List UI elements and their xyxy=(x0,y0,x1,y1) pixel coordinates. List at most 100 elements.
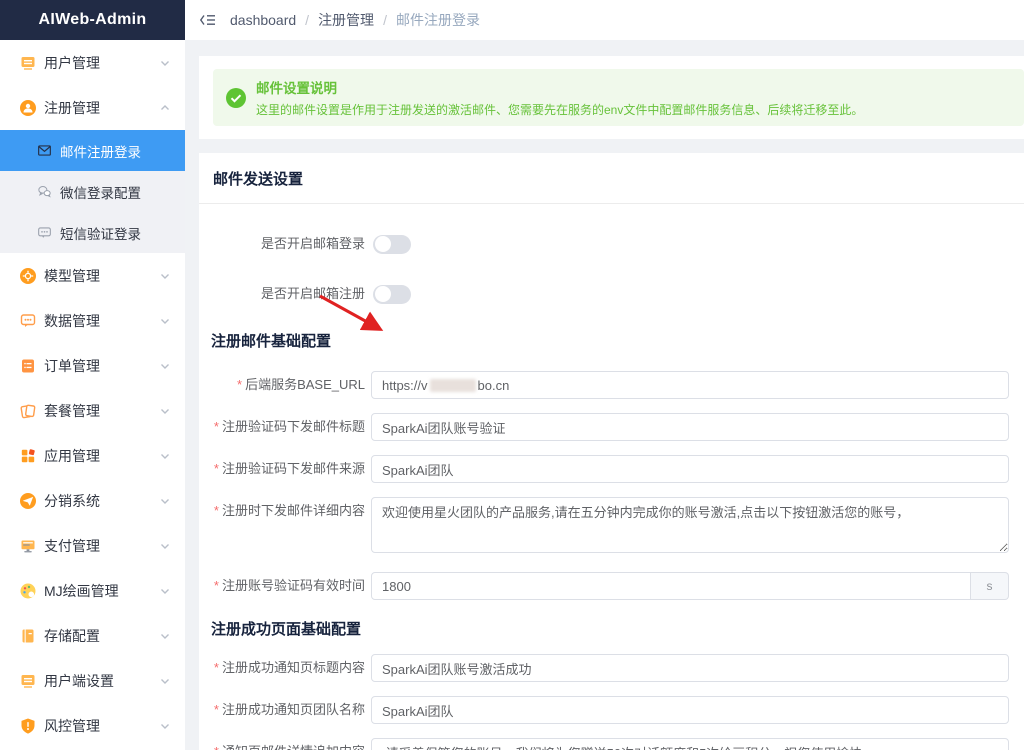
sidebar-item-label: 风控管理 xyxy=(44,716,159,736)
toggle-row-email-register: 是否开启邮箱注册 xyxy=(211,280,1009,308)
sidebar-item-mj-drawing-management[interactable]: MJ绘画管理 xyxy=(0,568,185,613)
field-label: 注册成功通知页标题内容 xyxy=(222,660,365,675)
sidebar-item-model-management[interactable]: 模型管理 xyxy=(0,253,185,298)
sidebar-item-label: 支付管理 xyxy=(44,536,159,556)
field-label: 注册账号验证码有效时间 xyxy=(222,578,365,593)
storage-icon xyxy=(19,627,37,645)
sidebar-fold-icon[interactable] xyxy=(199,13,216,27)
chevron-down-icon xyxy=(159,720,171,732)
success-title-input[interactable] xyxy=(371,654,1009,682)
chevron-down-icon xyxy=(159,360,171,372)
form-row-success-team: *注册成功通知页团队名称 xyxy=(211,696,1009,724)
mail-content-textarea[interactable]: 欢迎使用星火团队的产品服务,请在五分钟内完成你的账号激活,点击以下按钮激活您的账… xyxy=(371,497,1009,553)
sidebar-item-label: MJ绘画管理 xyxy=(44,581,159,601)
chevron-down-icon xyxy=(159,270,171,282)
sidebar-item-label: 存储配置 xyxy=(44,626,159,646)
main-content: 邮件设置说明 这里的邮件设置是作用于注册发送的激活邮件、您需要先在服务的env文… xyxy=(185,40,1024,750)
sidebar-item-order-management[interactable]: 订单管理 xyxy=(0,343,185,388)
sidebar: AIWeb-Admin 用户管理 注册管理 邮件注册登录 微信登录配置 xyxy=(0,0,185,750)
field-label: 注册验证码下发邮件来源 xyxy=(222,461,365,476)
breadcrumb: dashboard / 注册管理 / 邮件注册登录 xyxy=(230,10,480,30)
sms-icon xyxy=(37,225,52,240)
chevron-down-icon xyxy=(159,585,171,597)
blurred-url-segment xyxy=(430,379,476,392)
mail-title-input[interactable] xyxy=(371,413,1009,441)
field-label: 通知页邮件详情追加内容 xyxy=(222,744,365,750)
sidebar-item-user-management[interactable]: 用户管理 xyxy=(0,40,185,85)
toggle-label: 是否开启邮箱登录 xyxy=(211,230,365,258)
package-icon xyxy=(19,402,37,420)
alert-card: 邮件设置说明 这里的邮件设置是作用于注册发送的激活邮件、您需要先在服务的env文… xyxy=(199,56,1024,139)
palette-icon xyxy=(19,582,37,600)
data-icon xyxy=(19,312,37,330)
sidebar-item-package-management[interactable]: 套餐管理 xyxy=(0,388,185,433)
sidebar-subitem-sms-verify-login[interactable]: 短信验证登录 xyxy=(0,212,185,253)
breadcrumb-separator: / xyxy=(383,12,387,28)
seconds-unit-suffix: s xyxy=(971,572,1009,600)
alert-description: 这里的邮件设置是作用于注册发送的激活邮件、您需要先在服务的env文件中配置邮件服… xyxy=(256,101,863,118)
breadcrumb-dashboard[interactable]: dashboard xyxy=(230,12,296,28)
sidebar-item-data-management[interactable]: 数据管理 xyxy=(0,298,185,343)
base-url-suffix: bo.cn xyxy=(478,378,510,393)
user-card-icon xyxy=(19,54,37,72)
required-marker: * xyxy=(214,503,219,518)
form-row-code-ttl: *注册账号验证码有效时间 s xyxy=(211,572,1009,600)
distribution-icon xyxy=(19,492,37,510)
model-icon xyxy=(19,267,37,285)
sidebar-subitem-wechat-login-config[interactable]: 微信登录配置 xyxy=(0,171,185,212)
base-url-input[interactable]: https://v bo.cn xyxy=(371,371,1009,399)
sidebar-item-label: 注册管理 xyxy=(44,98,159,118)
required-marker: * xyxy=(214,578,219,593)
required-marker: * xyxy=(214,419,219,434)
breadcrumb-register-management[interactable]: 注册管理 xyxy=(318,10,374,30)
sidebar-item-app-management[interactable]: 应用管理 xyxy=(0,433,185,478)
chevron-down-icon xyxy=(159,630,171,642)
success-alert: 邮件设置说明 这里的邮件设置是作用于注册发送的激活邮件、您需要先在服务的env文… xyxy=(213,69,1024,126)
sidebar-item-label: 应用管理 xyxy=(44,446,159,466)
card-title: 邮件发送设置 xyxy=(199,153,1024,204)
alert-title: 邮件设置说明 xyxy=(256,77,863,97)
email-register-toggle[interactable] xyxy=(373,285,411,304)
sidebar-item-label: 数据管理 xyxy=(44,311,159,331)
email-settings-form: 是否开启邮箱登录 是否开启邮箱注册 注册邮件基础配置 *后端服务BASE_URL… xyxy=(199,204,1024,750)
email-login-toggle[interactable] xyxy=(373,235,411,254)
toggle-row-email-login: 是否开启邮箱登录 xyxy=(211,230,1009,258)
chevron-down-icon xyxy=(159,315,171,327)
sidebar-item-storage-config[interactable]: 存储配置 xyxy=(0,613,185,658)
client-settings-icon xyxy=(19,672,37,690)
form-row-base-url: *后端服务BASE_URL https://vbo.cn xyxy=(211,371,1009,399)
sidebar-item-label: 用户管理 xyxy=(44,53,159,73)
success-team-input[interactable] xyxy=(371,696,1009,724)
toggle-label: 是否开启邮箱注册 xyxy=(211,280,365,308)
register-icon xyxy=(19,99,37,117)
base-url-prefix: https://v xyxy=(382,378,428,393)
field-label: 注册时下发邮件详细内容 xyxy=(222,503,365,518)
section-heading-success-page-config: 注册成功页面基础配置 xyxy=(211,618,1009,639)
required-marker: * xyxy=(214,702,219,717)
mail-from-input[interactable] xyxy=(371,455,1009,483)
form-row-mail-from: *注册验证码下发邮件来源 xyxy=(211,455,1009,483)
chevron-down-icon xyxy=(159,405,171,417)
breadcrumb-current-page: 邮件注册登录 xyxy=(396,10,480,30)
section-heading-register-email-config: 注册邮件基础配置 xyxy=(211,330,1009,351)
required-marker: * xyxy=(237,377,242,392)
sidebar-item-distribution-system[interactable]: 分销系统 xyxy=(0,478,185,523)
register-submenu: 邮件注册登录 微信登录配置 短信验证登录 xyxy=(0,130,185,253)
sidebar-subitem-label: 微信登录配置 xyxy=(60,182,141,202)
sidebar-item-payment-management[interactable]: 支付管理 xyxy=(0,523,185,568)
chevron-down-icon xyxy=(159,675,171,687)
sidebar-subitem-email-register-login[interactable]: 邮件注册登录 xyxy=(0,130,185,171)
notify-append-textarea[interactable]: ,请妥善保管您的账号，我们将为您赠送50次对话额度和5次绘画积分、祝您使用愉快 xyxy=(371,738,1009,750)
check-circle-icon xyxy=(226,88,246,108)
sidebar-item-client-settings[interactable]: 用户端设置 xyxy=(0,658,185,703)
chevron-down-icon xyxy=(159,450,171,462)
mail-icon xyxy=(37,143,52,158)
sidebar-item-register-management[interactable]: 注册管理 xyxy=(0,85,185,130)
chevron-down-icon xyxy=(159,495,171,507)
required-marker: * xyxy=(214,744,219,750)
order-icon xyxy=(19,357,37,375)
sidebar-item-risk-management[interactable]: 风控管理 xyxy=(0,703,185,748)
code-ttl-input[interactable] xyxy=(371,572,971,600)
sidebar-item-label: 模型管理 xyxy=(44,266,159,286)
form-row-mail-title: *注册验证码下发邮件标题 xyxy=(211,413,1009,441)
